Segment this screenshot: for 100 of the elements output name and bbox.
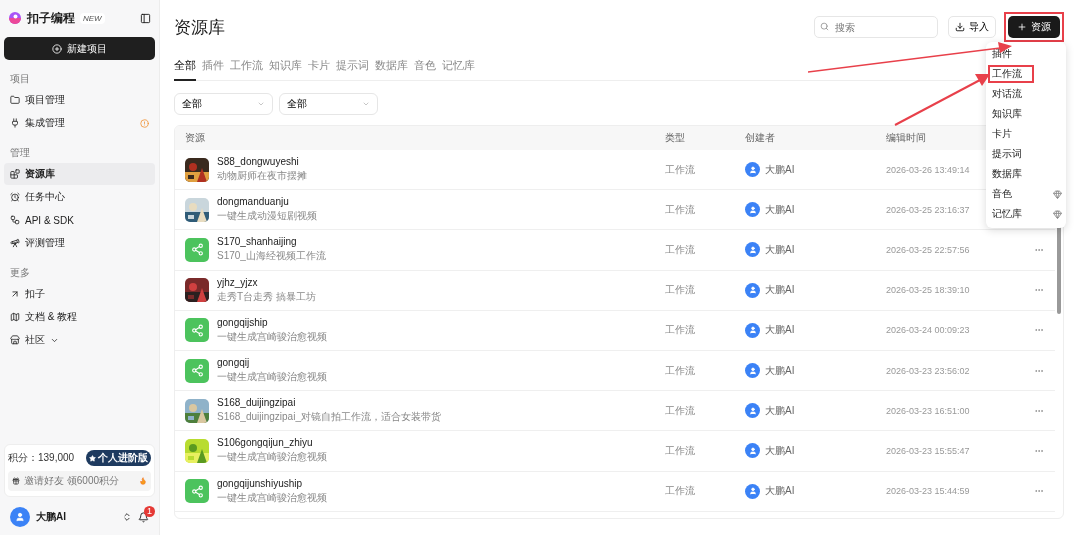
flame-icon (139, 477, 147, 485)
column-header: 创建者 (745, 131, 775, 145)
resource-description: 走秀T台走秀 搞暴工坊 (217, 289, 316, 304)
sidebar-item[interactable]: 集成管理 (4, 112, 155, 134)
type-cell: 工作流 (665, 162, 695, 177)
column-header: 编辑时间 (886, 131, 926, 145)
resource-name[interactable]: gongqij (217, 357, 327, 369)
creator-avatar (745, 322, 760, 338)
type-cell: 工作流 (665, 283, 695, 298)
resource-description: S170_山海经视频工作流 (217, 249, 326, 264)
blocks-icon (10, 169, 20, 179)
switch-icon[interactable] (122, 512, 132, 522)
resource-description: S168_duijingzipai_对镜自拍工作流，适合女装带货 (217, 410, 441, 425)
arrow-up-right-icon (10, 289, 20, 299)
type-cell: 工作流 (665, 242, 695, 257)
new-project-button[interactable]: 新建项目 (4, 37, 155, 60)
sidebar-item[interactable]: API & SDK (4, 209, 155, 231)
edit-time: 2026-03-23 16:51:00 (886, 405, 970, 416)
type-cell: 工作流 (665, 363, 695, 378)
sidebar-item[interactable]: 文档 & 教程 (4, 306, 155, 328)
creator-name: 大鹏AI (765, 403, 795, 418)
menu-item[interactable]: 工作流 (988, 65, 1034, 83)
sidebar-item[interactable]: 扣子 (4, 283, 155, 305)
menu-item[interactable]: 记忆库 (988, 205, 1034, 223)
edit-time: 2026-03-23 15:55:47 (886, 445, 970, 456)
tab[interactable]: 卡片 (308, 58, 330, 81)
creator-name: 大鹏AI (765, 283, 795, 298)
creator-name: 大鹏AI (765, 443, 795, 458)
resource-name[interactable]: gongqijunshiyuship (217, 477, 327, 489)
creator-avatar (745, 483, 760, 499)
search-field[interactable]: 搜索 (814, 16, 938, 38)
sidebar-toggle-icon[interactable] (140, 12, 151, 24)
import-button[interactable]: 导入 (948, 16, 996, 38)
resource-name[interactable]: gongqijship (217, 316, 327, 328)
tab[interactable]: 知识库 (269, 58, 302, 81)
notification-badge: 1 (144, 505, 155, 517)
plan-badge[interactable]: 个人进阶版 (86, 450, 151, 466)
resource-description: 一键生成宫崎骏治愈视频 (217, 329, 327, 344)
tab[interactable]: 工作流 (230, 58, 263, 81)
gift-icon (12, 477, 20, 485)
folder-icon (10, 95, 20, 105)
sidebar-item[interactable]: 项目管理 (4, 89, 155, 111)
sidebar-item[interactable]: 评测管理 (4, 232, 155, 254)
tab[interactable]: 音色 (414, 58, 436, 81)
type-cell: 工作流 (665, 443, 695, 458)
menu-item[interactable]: 音色 (988, 185, 1024, 203)
workflow-icon (185, 237, 209, 262)
plug-icon (10, 118, 20, 128)
add-resource-button[interactable]: 资源 (1008, 16, 1060, 38)
menu-item[interactable]: 知识库 (988, 105, 1034, 123)
star-icon (89, 454, 96, 462)
logo-icon (8, 11, 22, 25)
resource-description: 动物厨师在夜市摆摊 (217, 169, 307, 184)
chevron-down-icon (362, 100, 370, 108)
resource-description: 一键生成宫崎骏治愈视频 (217, 490, 327, 505)
creator-name: 大鹏AI (765, 162, 795, 177)
user-avatar[interactable] (10, 507, 30, 527)
nodes-icon (10, 215, 20, 225)
resource-name[interactable]: S88_dongwuyeshi (217, 156, 307, 168)
workflow-icon (185, 318, 209, 343)
resource-name[interactable]: dongmanduanju (217, 196, 317, 208)
edit-time: 2026-03-25 18:39:10 (886, 285, 970, 296)
resource-name[interactable]: S170_shanhaijing (217, 236, 326, 248)
creator-name: 大鹏AI (765, 484, 795, 499)
creator-avatar (745, 363, 760, 379)
tab[interactable]: 提示词 (336, 58, 369, 81)
menu-item[interactable]: 提示词 (988, 145, 1034, 163)
menu-item[interactable]: 数据库 (988, 165, 1034, 183)
page-title: 资源库 (174, 16, 225, 39)
type-cell: 工作流 (665, 484, 695, 499)
brand-name: 扣子编程 (27, 9, 75, 27)
filter-select[interactable]: 全部 (279, 93, 378, 115)
menu-item[interactable]: 卡片 (988, 125, 1024, 143)
tab[interactable]: 记忆库 (442, 58, 475, 81)
sidebar-item[interactable]: 社区 (4, 329, 155, 351)
tab[interactable]: 数据库 (375, 58, 408, 81)
type-cell: 工作流 (665, 323, 695, 338)
resource-name[interactable]: S168_duijingzipai (217, 397, 441, 409)
points-balance: 积分：139,000 (8, 451, 75, 465)
creator-avatar (745, 242, 760, 258)
edit-time: 2026-03-25 23:16:37 (886, 204, 970, 215)
sidebar-item[interactable]: 任务中心 (4, 186, 155, 208)
search-icon (820, 22, 829, 31)
sidebar-item[interactable]: 资源库 (4, 163, 155, 185)
import-icon (955, 22, 965, 32)
tab[interactable]: 插件 (202, 58, 224, 81)
filter-select[interactable]: 全部 (174, 93, 273, 115)
menu-item[interactable]: 对话流 (988, 85, 1034, 103)
creator-avatar (745, 443, 760, 459)
plus-circle-icon (52, 43, 62, 54)
bell-icon[interactable] (138, 511, 149, 523)
chevron-down-icon (257, 100, 265, 108)
resource-name[interactable]: yjhz_yjzx (217, 276, 316, 288)
edit-time: 2026-03-24 00:09:23 (886, 325, 970, 336)
section-title: 管理 (10, 146, 31, 160)
tab[interactable]: 全部 (174, 58, 196, 81)
edit-time: 2026-03-23 15:44:59 (886, 486, 970, 497)
resource-name[interactable]: S106gongqijun_zhiyu (217, 437, 327, 449)
invite-banner[interactable]: 邀请好友 领6000积分 (8, 471, 151, 491)
type-cell: 工作流 (665, 403, 695, 418)
